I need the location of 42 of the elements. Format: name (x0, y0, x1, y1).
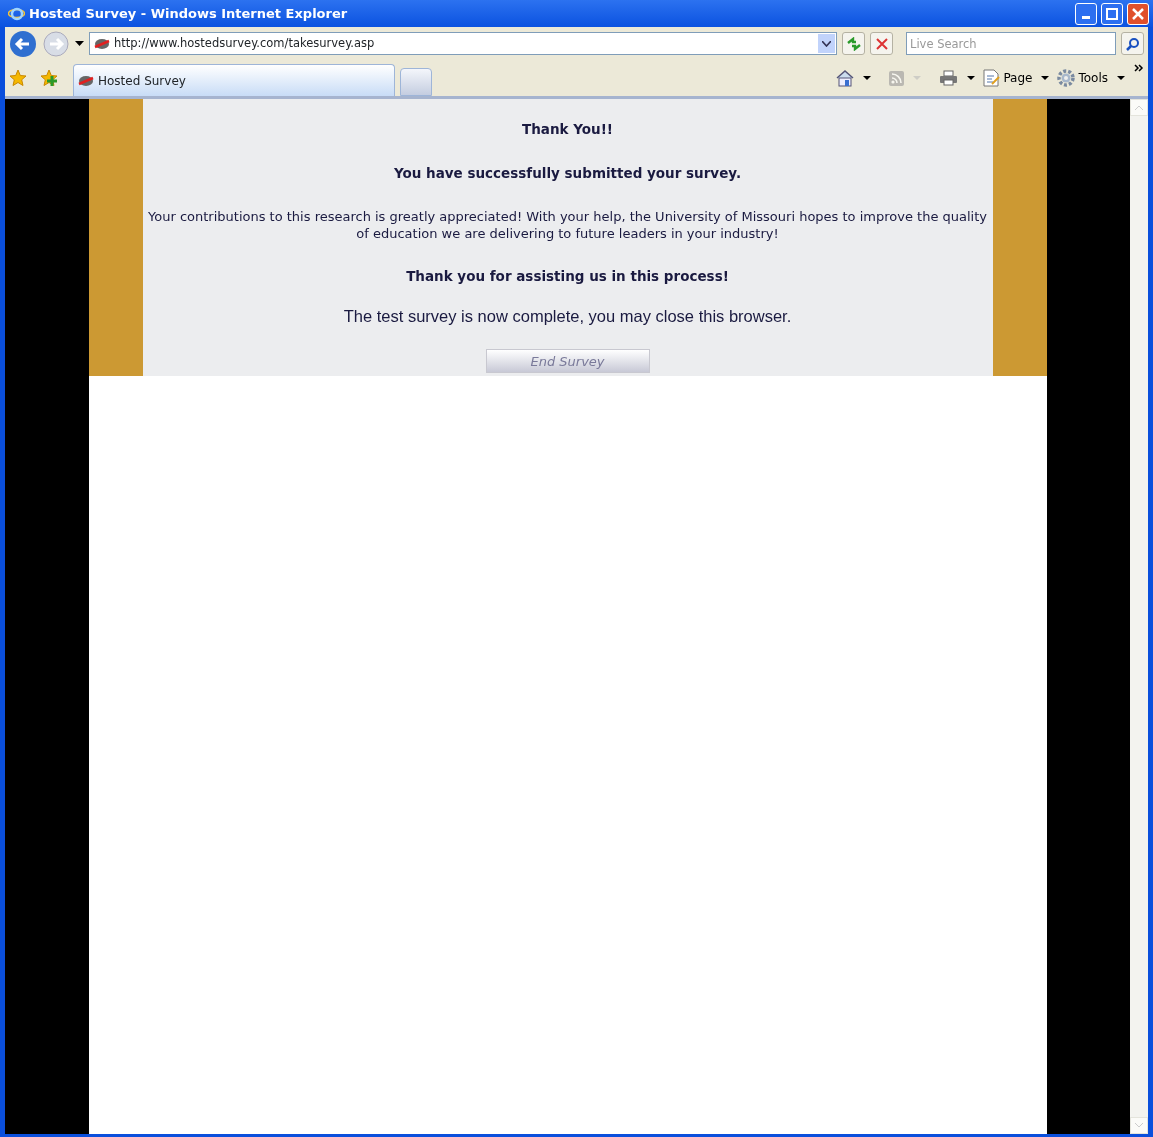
window-title: Hosted Survey - Windows Internet Explorer (29, 4, 348, 23)
minimize-button[interactable] (1075, 2, 1097, 25)
page-menu[interactable]: Page (979, 69, 1054, 87)
refresh-icon (845, 36, 862, 51)
tools-menu[interactable]: Tools (1053, 69, 1129, 87)
maximize-icon (1106, 7, 1118, 20)
search-button[interactable] (1121, 32, 1144, 55)
feed-icon (889, 70, 905, 86)
chevron-icon[interactable] (1134, 64, 1144, 72)
address-field[interactable]: http://www.hostedsurvey.com/takesurvey.asp (89, 32, 837, 55)
gear-icon (1057, 69, 1076, 87)
note-text: The test survey is now complete, you may close this browser. (342, 305, 793, 327)
caret-icon[interactable] (75, 41, 84, 46)
message-text: Your contributions to this research is greatly appreciated! With your help, the University of Missouri hopes to improve the quality of education we are delivering to future leaders in your industry! (147, 207, 988, 242)
refresh-button[interactable] (842, 32, 865, 55)
subheading: You have successfully submitted your survey. (392, 164, 742, 184)
site-icon (94, 37, 110, 50)
caret-icon (863, 76, 872, 80)
minimize-icon (1082, 16, 1090, 19)
page-icon (983, 69, 1001, 87)
close-button[interactable] (1127, 2, 1149, 25)
printer-icon (939, 70, 959, 86)
caret-icon (1117, 76, 1125, 80)
thanks-text: Thank you for assisting us in this process! (405, 266, 730, 286)
home-icon (836, 69, 855, 87)
heading: Thank You!! (521, 120, 614, 139)
chevron-down-icon (822, 40, 831, 47)
back-button[interactable] (9, 29, 37, 58)
close-icon (1132, 7, 1144, 20)
maximize-button[interactable] (1101, 2, 1123, 25)
stop-icon (875, 37, 888, 50)
search-icon (1125, 36, 1140, 51)
search-field[interactable]: Live Search (906, 32, 1116, 55)
star-icon[interactable] (9, 69, 27, 87)
browser-logo-icon (8, 5, 25, 22)
caret-icon (967, 76, 976, 80)
add-favorite-icon[interactable] (40, 69, 60, 87)
tab[interactable]: Hosted Survey (73, 64, 395, 96)
site-icon (78, 74, 94, 87)
caret-icon (1041, 76, 1050, 80)
stop-button[interactable] (870, 32, 893, 55)
dropdown-button[interactable] (818, 34, 835, 53)
